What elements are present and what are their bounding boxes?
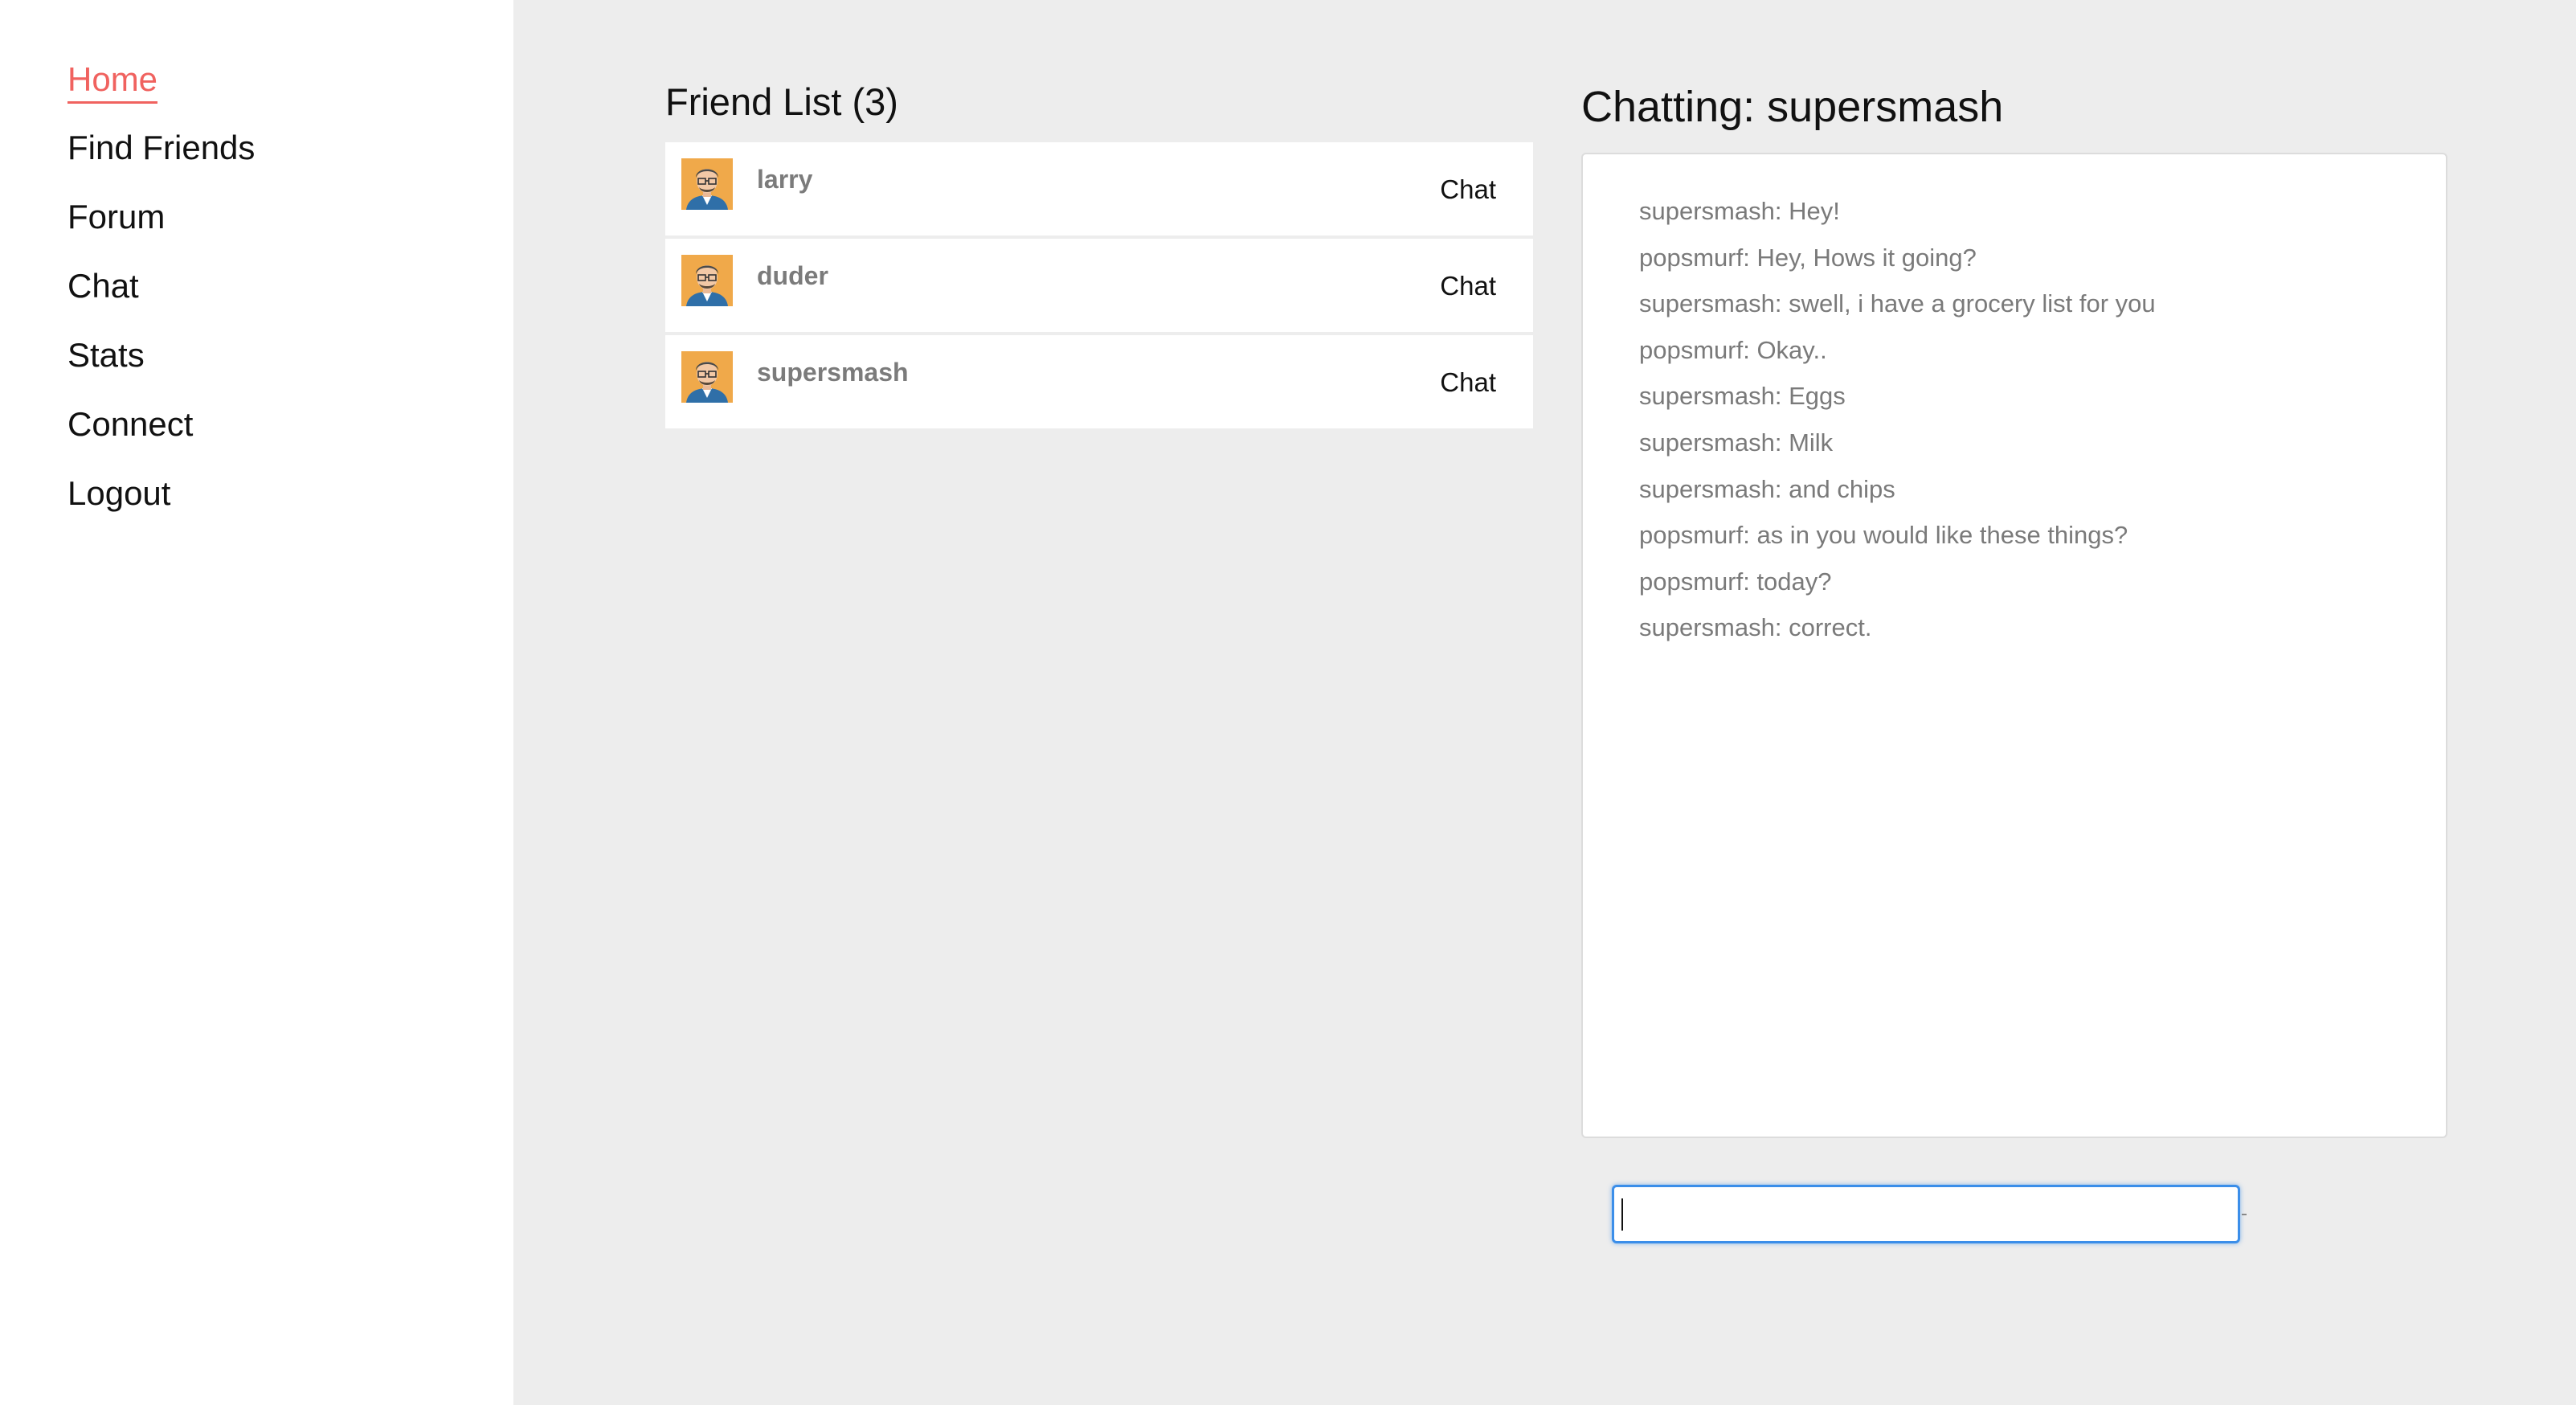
- nav-item-forum[interactable]: Forum: [67, 200, 165, 234]
- chat-button[interactable]: Chat: [1440, 272, 1496, 299]
- chat-message: supersmash: Eggs: [1639, 382, 1846, 411]
- text-caret: [1621, 1198, 1623, 1231]
- nav-item-logout[interactable]: Logout: [67, 477, 170, 510]
- chat-message: supersmash: Milk: [1639, 428, 1834, 457]
- chat-message: supersmash: correct.: [1639, 613, 1872, 642]
- nav-item-connect[interactable]: Connect: [67, 408, 193, 441]
- input-edge-mark: [2242, 1214, 2247, 1215]
- friend-row-supersmash: supersmash Chat: [665, 335, 1533, 428]
- chat-title: Chatting: supersmash: [1581, 83, 2004, 131]
- nav-item-home[interactable]: Home: [67, 63, 158, 104]
- chat-messages-box[interactable]: supersmash: Hey! popsmurf: Hey, Hows it …: [1581, 153, 2447, 1138]
- friend-row-duder: duder Chat: [665, 239, 1533, 332]
- nav-item-stats[interactable]: Stats: [67, 338, 145, 372]
- chat-message: supersmash: and chips: [1639, 474, 1895, 503]
- chat-message: supersmash: Hey!: [1639, 197, 1840, 225]
- chat-message: popsmurf: Okay..: [1639, 335, 1827, 364]
- chat-message: popsmurf: today?: [1639, 567, 1832, 596]
- friend-list-title: Friend List (3): [665, 80, 898, 123]
- user-avatar-icon: [681, 255, 733, 306]
- friend-name[interactable]: supersmash: [757, 359, 909, 385]
- friend-list: larry Chat duder Chat supersmash Chat: [665, 142, 1533, 432]
- message-list: supersmash: Hey! popsmurf: Hey, Hows it …: [1639, 196, 2156, 659]
- chat-message: supersmash: swell, i have a grocery list…: [1639, 289, 2156, 318]
- friend-name[interactable]: duder: [757, 263, 828, 289]
- sidebar: Home Find Friends Forum Chat Stats Conne…: [0, 0, 513, 1405]
- user-avatar-icon: [681, 351, 733, 403]
- chat-message: popsmurf: as in you would like these thi…: [1639, 521, 2128, 550]
- nav-item-find-friends[interactable]: Find Friends: [67, 131, 255, 165]
- user-avatar-icon: [681, 158, 733, 210]
- friend-name[interactable]: larry: [757, 166, 812, 192]
- chat-button[interactable]: Chat: [1440, 369, 1496, 395]
- chat-message: popsmurf: Hey, Hows it going?: [1639, 243, 1977, 272]
- friend-row-larry: larry Chat: [665, 142, 1533, 236]
- message-input[interactable]: [1612, 1185, 2240, 1243]
- chat-button[interactable]: Chat: [1440, 176, 1496, 203]
- nav-item-chat[interactable]: Chat: [67, 269, 139, 303]
